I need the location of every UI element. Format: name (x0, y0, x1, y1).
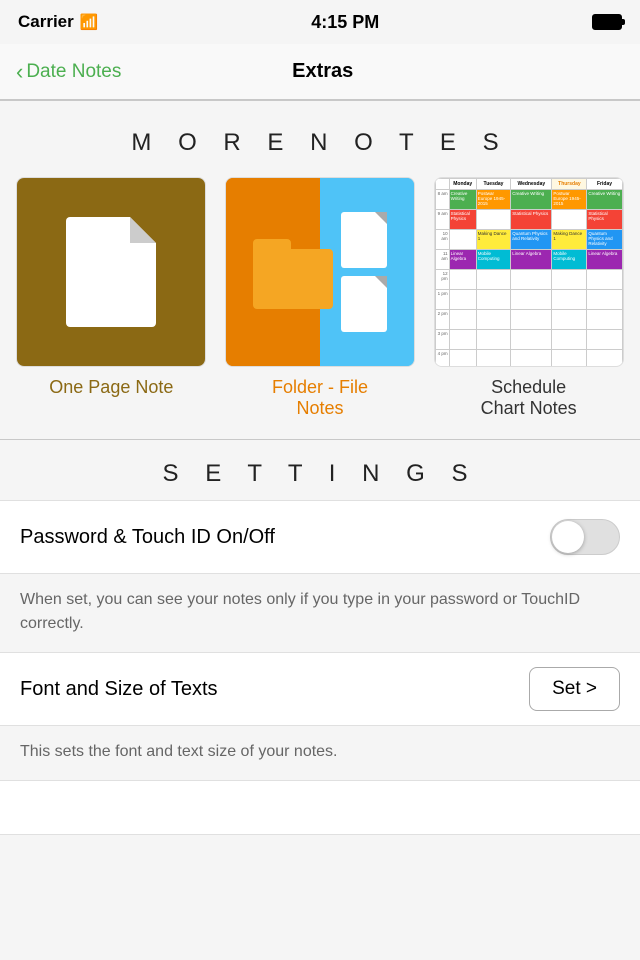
schedule-cell: Mobile Computing (552, 250, 587, 270)
schedule-cell: Postwar Europe 1945-2015 (476, 190, 510, 210)
carrier-label: Carrier (18, 12, 74, 32)
schedule-cell: Linear Algebra (511, 250, 552, 270)
schedule-header-monday: Monday (449, 179, 476, 190)
font-description: This sets the font and text size of your… (0, 726, 640, 778)
schedule-cell: Linear Algebra (587, 250, 622, 270)
schedule-cell: Creative Writing (587, 190, 622, 210)
password-toggle[interactable] (550, 519, 620, 555)
carrier-area: Carrier 📶 (18, 12, 98, 32)
schedule-cell: Statistical Physics (449, 210, 476, 230)
settings-header: S E T T I N G S (0, 439, 640, 498)
schedule-header-tuesday: Tuesday (476, 179, 510, 190)
schedule-cell: Making Dance 1 (552, 230, 587, 250)
font-set-button[interactable]: Set > (529, 667, 620, 711)
schedule-cell: Postwar Europe 1945-2015 (552, 190, 587, 210)
font-setting-row: Font and Size of Texts Set > (0, 652, 640, 726)
wifi-icon: 📶 (80, 13, 99, 31)
folder-file-notes-image (225, 177, 415, 367)
toggle-knob (552, 521, 584, 553)
page-title: Extras (292, 60, 353, 83)
back-chevron-icon: ‹ (16, 59, 23, 85)
schedule-cell: Quantum Physics and Relativity (511, 230, 552, 250)
schedule-header-thursday: Thursday (552, 179, 587, 190)
schedule-cell: Linear Algebra (449, 250, 476, 270)
schedule-cell: Quantum Physics and Relativity (587, 230, 622, 250)
back-button[interactable]: ‹ Date Notes (16, 59, 121, 85)
one-page-note-label: One Page Note (49, 377, 173, 398)
schedule-cell: Making Dance 1 (476, 230, 510, 250)
battery-icon (592, 14, 622, 30)
status-time: 4:15 PM (311, 12, 379, 33)
password-label: Password & Touch ID On/Off (20, 526, 275, 549)
schedule-cell: Creative Writing (511, 190, 552, 210)
back-label: Date Notes (26, 61, 121, 83)
schedule-chart-notes-card[interactable]: Monday Tuesday Wednesday Thursday Friday… (434, 177, 624, 419)
schedule-cell: Statistical Physics (587, 210, 622, 230)
schedule-chart-notes-image: Monday Tuesday Wednesday Thursday Friday… (434, 177, 624, 367)
schedule-header-wednesday: Wednesday (511, 179, 552, 190)
password-description: When set, you can see your notes only if… (0, 574, 640, 650)
password-setting-row: Password & Touch ID On/Off (0, 500, 640, 574)
folder-file-notes-label: Folder - File Notes (272, 377, 368, 419)
more-notes-header: M O R E N O T E S (0, 101, 640, 177)
cards-row: One Page Note (0, 177, 640, 439)
font-label: Font and Size of Texts (20, 678, 218, 701)
folder-file-notes-card[interactable]: Folder - File Notes (225, 177, 415, 419)
nav-bar: ‹ Date Notes Extras (0, 44, 640, 100)
one-page-note-image (16, 177, 206, 367)
schedule-cell: Statistical Physics (511, 210, 552, 230)
schedule-header-friday: Friday (587, 179, 622, 190)
schedule-cell: Creative Writing (449, 190, 476, 210)
one-page-note-card[interactable]: One Page Note (16, 177, 206, 398)
schedule-cell: Mobile Computing (476, 250, 510, 270)
schedule-chart-notes-label: Schedule Chart Notes (481, 377, 577, 419)
bottom-stub-row (0, 780, 640, 835)
status-bar: Carrier 📶 4:15 PM (0, 0, 640, 44)
